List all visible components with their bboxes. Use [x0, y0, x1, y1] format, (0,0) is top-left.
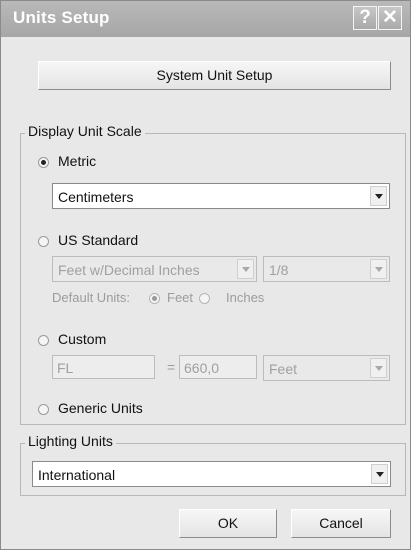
metric-label[interactable]: Metric [58, 153, 96, 169]
custom-equals-sign: = [167, 359, 176, 375]
us-format-dropdown[interactable]: Feet w/Decimal Inches [52, 256, 257, 282]
lighting-units-dropdown[interactable]: International [32, 461, 391, 487]
custom-amount-field[interactable]: 660,0 [179, 355, 257, 379]
custom-unit-value: Feet [269, 361, 298, 377]
metric-radio[interactable] [38, 157, 49, 168]
chevron-down-icon[interactable] [370, 259, 387, 279]
us-fraction-value: 1/8 [269, 262, 289, 278]
system-unit-setup-button[interactable]: System Unit Setup [38, 61, 391, 90]
title-bar: Units Setup ? ✕ [1, 1, 410, 37]
us-standard-radio[interactable] [38, 236, 49, 247]
display-unit-scale-legend: Display Unit Scale [25, 123, 145, 139]
default-units-label: Default Units: [52, 290, 131, 305]
chevron-down-icon[interactable] [370, 186, 387, 206]
metric-units-dropdown[interactable]: Centimeters [52, 183, 390, 209]
custom-amount-value: 660,0 [184, 360, 220, 376]
generic-units-radio[interactable] [38, 404, 49, 415]
custom-unit-dropdown[interactable]: Feet [263, 355, 390, 381]
default-feet-radio[interactable] [149, 293, 160, 304]
units-setup-dialog: Units Setup ? ✕ System Unit Setup Displa… [0, 0, 411, 550]
default-inches-radio[interactable] [199, 293, 210, 304]
ok-button[interactable]: OK [179, 509, 277, 538]
default-feet-label[interactable]: Feet [167, 290, 193, 305]
dialog-title: Units Setup [13, 8, 110, 27]
default-inches-label[interactable]: Inches [226, 290, 264, 305]
custom-name-field[interactable]: FL [52, 355, 155, 379]
chevron-down-icon[interactable] [237, 259, 254, 279]
us-fraction-dropdown[interactable]: 1/8 [263, 256, 390, 282]
metric-units-value: Centimeters [58, 189, 134, 205]
us-format-value: Feet w/Decimal Inches [58, 262, 200, 278]
chevron-down-icon[interactable] [371, 464, 388, 484]
custom-label[interactable]: Custom [58, 331, 106, 347]
lighting-units-value: International [38, 467, 116, 483]
custom-radio[interactable] [38, 335, 49, 346]
lighting-units-legend: Lighting Units [25, 433, 116, 449]
help-button[interactable]: ? [353, 6, 377, 30]
cancel-button[interactable]: Cancel [291, 509, 391, 538]
us-standard-label[interactable]: US Standard [58, 232, 138, 248]
close-button[interactable]: ✕ [378, 6, 402, 30]
generic-units-label[interactable]: Generic Units [58, 400, 143, 416]
custom-name-value: FL [57, 360, 74, 376]
chevron-down-icon[interactable] [370, 358, 387, 378]
